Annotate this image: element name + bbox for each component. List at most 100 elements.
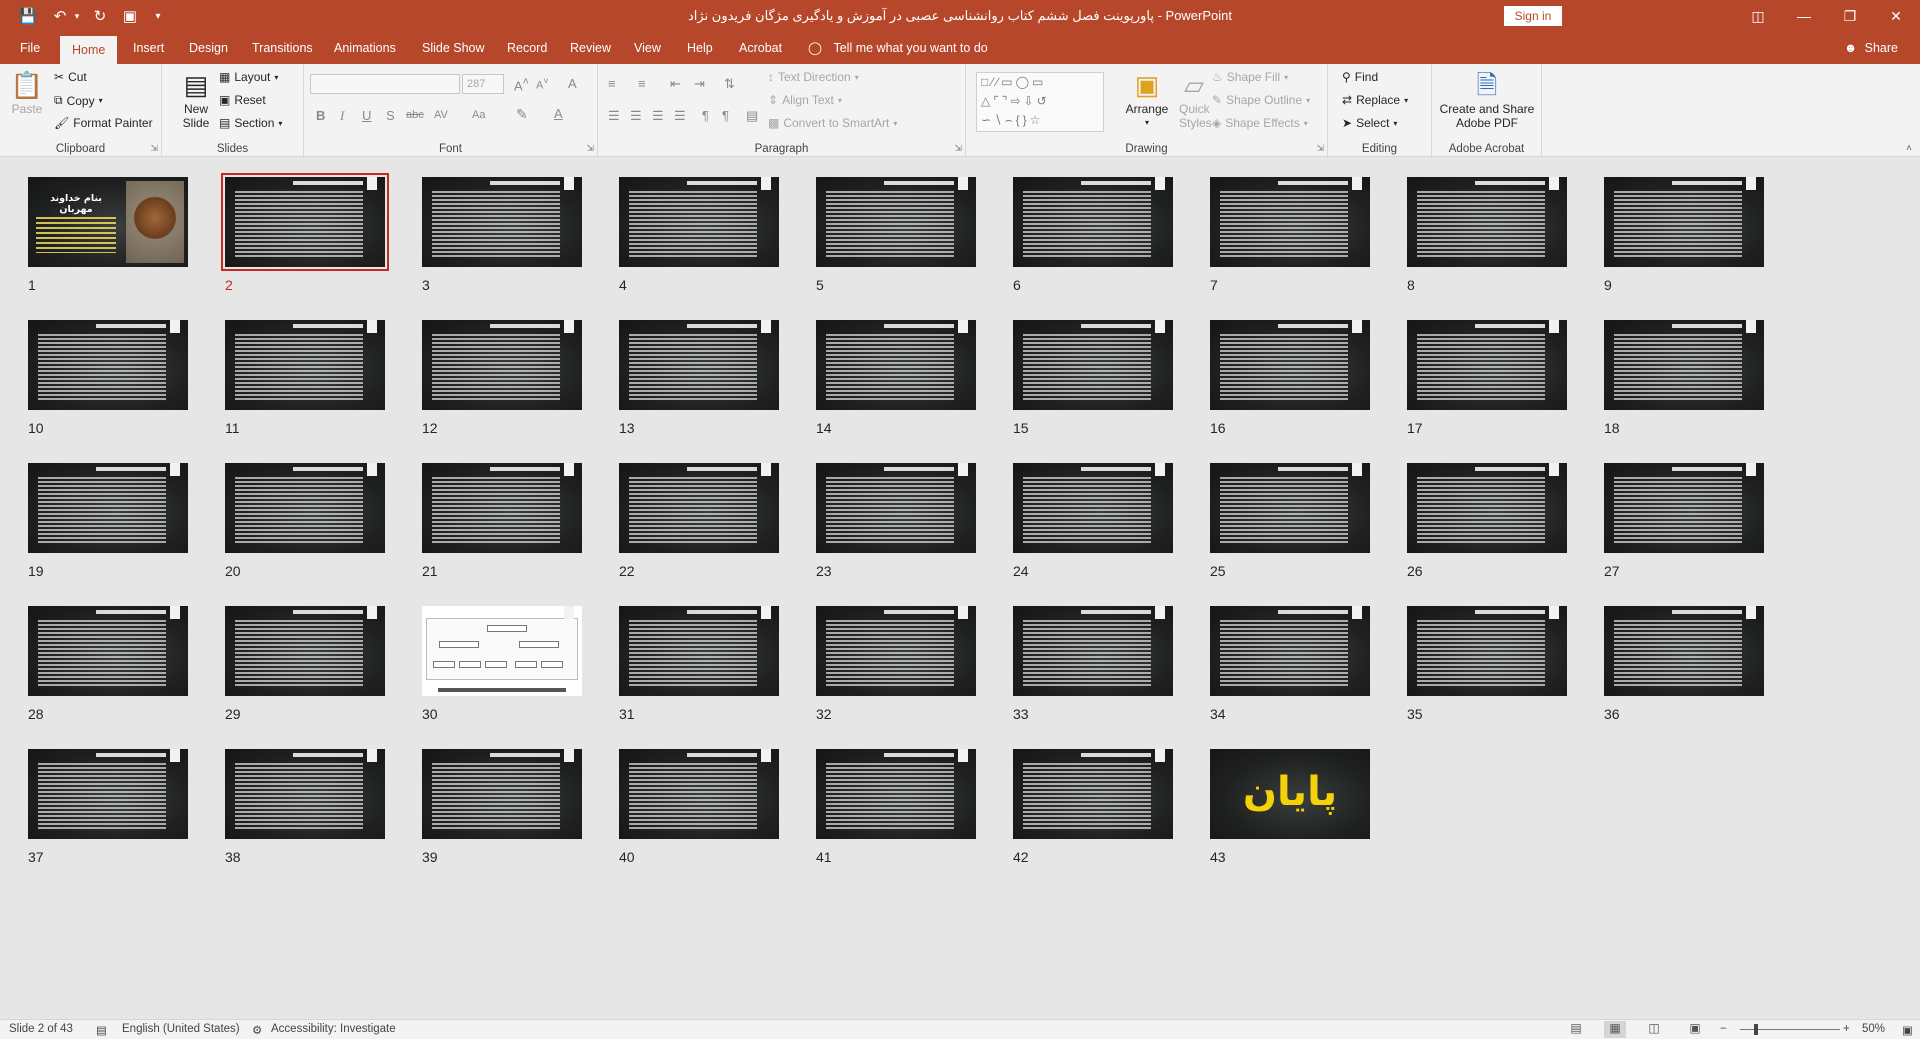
slide-thumbnail[interactable] xyxy=(422,606,582,696)
slide-thumbnail[interactable] xyxy=(1407,320,1567,410)
zoom-in-button[interactable]: + xyxy=(1843,1023,1850,1035)
align-center-icon[interactable]: ☰ xyxy=(630,108,642,124)
slide-thumbnail[interactable] xyxy=(225,606,385,696)
slide-thumbnail[interactable] xyxy=(225,320,385,410)
bold-button[interactable]: B xyxy=(316,108,325,123)
ltr-icon[interactable]: ¶ xyxy=(702,108,709,123)
slide-sorter-view-icon[interactable]: ▦ xyxy=(1604,1021,1626,1038)
underline-button[interactable]: U xyxy=(362,108,371,123)
zoom-level[interactable]: 50% xyxy=(1862,1023,1885,1035)
slide-thumbnail[interactable] xyxy=(422,320,582,410)
bullets-icon[interactable]: ≡ xyxy=(608,76,616,91)
spellcheck-icon[interactable]: ▤ xyxy=(96,1023,107,1037)
align-left-icon[interactable]: ☰ xyxy=(608,108,620,124)
align-right-icon[interactable]: ☰ xyxy=(652,108,664,124)
shrink-font-button[interactable]: A˅ xyxy=(536,76,549,92)
tab-transitions[interactable]: Transitions xyxy=(252,32,313,64)
dialog-launcher-icon[interactable]: ⇲ xyxy=(586,143,594,154)
slide-thumbnail[interactable] xyxy=(1210,606,1370,696)
slide-thumbnail[interactable] xyxy=(28,320,188,410)
zoom-slider-thumb[interactable] xyxy=(1754,1024,1758,1035)
restore-icon[interactable]: ❐ xyxy=(1827,0,1873,32)
slide-thumbnail[interactable] xyxy=(619,606,779,696)
dialog-launcher-icon[interactable]: ⇲ xyxy=(150,143,158,154)
clear-format-button[interactable]: A xyxy=(568,76,577,91)
columns-icon[interactable]: ▤ xyxy=(746,108,758,124)
section-button[interactable]: ▤ Section ▾ xyxy=(219,116,282,130)
slide-thumbnail[interactable] xyxy=(1604,177,1764,267)
quick-styles-button[interactable]: ▱ Quick Styles xyxy=(1172,70,1216,130)
layout-button[interactable]: ▦ Layout ▾ xyxy=(219,70,278,84)
minimize-icon[interactable]: — xyxy=(1781,0,1827,32)
font-color-icon[interactable]: A xyxy=(554,106,563,121)
slide-thumbnail[interactable] xyxy=(1013,749,1173,839)
slide-thumbnail[interactable] xyxy=(422,463,582,553)
numbering-icon[interactable]: ≡ xyxy=(638,76,646,91)
slide-thumbnail[interactable] xyxy=(1407,463,1567,553)
sign-in-button[interactable]: Sign in xyxy=(1504,6,1562,26)
reset-button[interactable]: ▣ Reset xyxy=(219,93,266,107)
justify-icon[interactable]: ☰ xyxy=(674,108,686,124)
rtl-icon[interactable]: ¶ xyxy=(722,108,729,123)
grow-font-button[interactable]: A˄ xyxy=(514,76,529,93)
select-button[interactable]: ➤ Select ▾ xyxy=(1342,116,1397,130)
collapse-ribbon-icon[interactable]: ˄ xyxy=(1906,143,1912,154)
tab-file[interactable]: File xyxy=(20,32,40,64)
dialog-launcher-icon[interactable]: ⇲ xyxy=(1316,143,1324,154)
slide-thumbnail[interactable] xyxy=(816,463,976,553)
change-case-button[interactable]: Aa xyxy=(472,109,485,121)
slide-thumbnail[interactable]: پایان xyxy=(1210,749,1370,839)
new-slide-button[interactable]: ▤ New Slide xyxy=(176,70,216,130)
replace-button[interactable]: ⇄ Replace ▾ xyxy=(1342,93,1408,107)
shape-effects-button[interactable]: ◈ Shape Effects ▾ xyxy=(1212,116,1308,130)
slide-thumbnail[interactable] xyxy=(221,173,389,271)
character-spacing-button[interactable]: AV xyxy=(434,109,448,121)
slide-thumbnail[interactable] xyxy=(1407,606,1567,696)
paste-button[interactable]: 📋 Paste xyxy=(6,70,48,116)
line-spacing-icon[interactable]: ⇅ xyxy=(724,76,735,92)
slide-thumbnail[interactable] xyxy=(816,606,976,696)
slide-thumbnail[interactable] xyxy=(1210,320,1370,410)
find-button[interactable]: ⚲ Find xyxy=(1342,70,1378,84)
copy-button[interactable]: ⧉ Copy ▾ xyxy=(54,93,103,108)
shape-outline-button[interactable]: ✎ Shape Outline ▾ xyxy=(1212,93,1310,107)
ribbon-display-icon[interactable]: ◫ xyxy=(1735,0,1781,32)
fit-to-window-icon[interactable]: ▣ xyxy=(1902,1023,1913,1037)
slide-thumbnail[interactable] xyxy=(1604,463,1764,553)
slide-thumbnail[interactable] xyxy=(1407,177,1567,267)
slide-thumbnail[interactable] xyxy=(1604,320,1764,410)
slide-sorter[interactable]: بنام خداوند مهربان 1 2 3 4 5 6 7 8 9 10 11 12 13 14 15 1… xyxy=(0,158,1920,1019)
format-painter-button[interactable]: 🖌 Format Painter xyxy=(54,116,153,130)
slide-thumbnail[interactable] xyxy=(225,749,385,839)
slideshow-view-icon[interactable]: ▣ xyxy=(1684,1021,1706,1038)
tab-view[interactable]: View xyxy=(634,32,661,64)
tab-design[interactable]: Design xyxy=(189,32,228,64)
shapes-gallery[interactable]: □∕∕▭◯▭ △⌜⌝⇨⇩↺ ∽∖⌢{}☆ xyxy=(976,72,1104,132)
dialog-launcher-icon[interactable]: ⇲ xyxy=(954,143,962,154)
strikethrough-button[interactable]: abc xyxy=(406,109,424,121)
slide-thumbnail[interactable] xyxy=(1013,320,1173,410)
slide-thumbnail[interactable] xyxy=(816,749,976,839)
slide-thumbnail[interactable] xyxy=(1210,463,1370,553)
slide-thumbnail[interactable] xyxy=(28,749,188,839)
slide-thumbnail[interactable] xyxy=(619,749,779,839)
arrange-button[interactable]: ▣ Arrange ▾ xyxy=(1124,70,1170,130)
tab-acrobat[interactable]: Acrobat xyxy=(739,32,782,64)
slide-thumbnail[interactable] xyxy=(1604,606,1764,696)
tab-animations[interactable]: Animations xyxy=(334,32,396,64)
slide-thumbnail[interactable] xyxy=(619,320,779,410)
slide-thumbnail[interactable] xyxy=(1013,177,1173,267)
slide-thumbnail[interactable] xyxy=(225,463,385,553)
slide-thumbnail[interactable] xyxy=(816,177,976,267)
italic-button[interactable]: I xyxy=(340,108,344,124)
decrease-indent-icon[interactable]: ⇤ xyxy=(670,76,681,92)
tab-review[interactable]: Review xyxy=(570,32,611,64)
tab-help[interactable]: Help xyxy=(687,32,713,64)
notes-icon[interactable]: ▤ xyxy=(1565,1021,1587,1038)
slide-thumbnail[interactable]: بنام خداوند مهربان xyxy=(28,177,188,267)
close-icon[interactable]: ✕ xyxy=(1873,0,1919,32)
create-share-pdf-button[interactable]: 🗎 Create and Share Adobe PDF xyxy=(1438,70,1536,130)
accessibility-status[interactable]: Accessibility: Investigate xyxy=(271,1023,396,1035)
text-direction-button[interactable]: ↕ Text Direction ▾ xyxy=(768,70,859,84)
slide-thumbnail[interactable] xyxy=(422,749,582,839)
